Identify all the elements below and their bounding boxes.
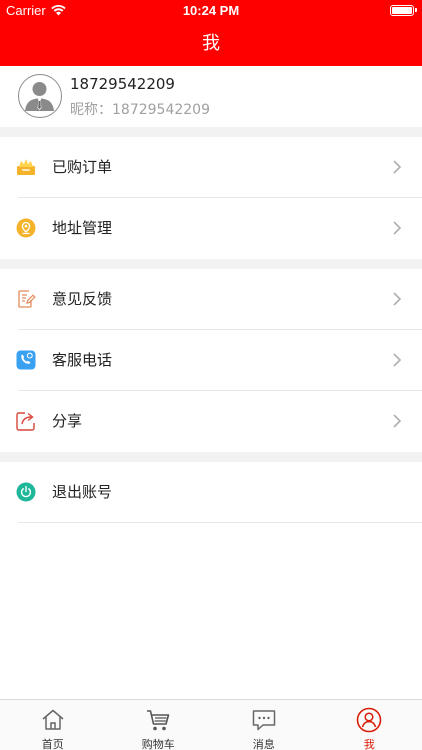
tab-cart[interactable]: 购物车 (106, 700, 212, 750)
feedback-edit-icon (18, 290, 36, 308)
tab-label: 首页 (41, 738, 64, 750)
menu-item-share[interactable]: 分享 (0, 391, 422, 452)
chevron-right-icon (393, 221, 402, 235)
power-icon (16, 482, 36, 502)
menu-label: 退出账号 (52, 483, 113, 501)
user-nickname: 昵称：18729542209 (70, 102, 210, 118)
status-bar: Carrier 10:24 PM (0, 0, 422, 22)
divider (18, 522, 422, 523)
menu-label: 分享 (52, 412, 83, 430)
menu-item-orders[interactable]: 已购订单 (0, 137, 422, 198)
user-silhouette-icon (25, 82, 54, 111)
tab-me[interactable]: 我 (317, 700, 422, 750)
home-icon (42, 709, 64, 730)
phone-call-icon (16, 350, 36, 370)
avatar[interactable] (18, 74, 62, 118)
crown-box-icon (17, 159, 35, 175)
chevron-right-icon (393, 353, 402, 367)
user-icon (356, 707, 382, 733)
tab-label: 我 (363, 738, 375, 750)
chevron-right-icon (393, 292, 402, 306)
menu-item-feedback[interactable]: 意见反馈 (0, 269, 422, 330)
section-gap (0, 452, 422, 462)
tab-label: 购物车 (141, 738, 175, 750)
menu-item-address[interactable]: 地址管理 (0, 198, 422, 259)
status-time: 10:24 PM (182, 3, 240, 18)
location-pin-icon (16, 218, 36, 238)
section-gap (0, 127, 422, 137)
menu-label: 已购订单 (52, 158, 113, 176)
menu-label: 意见反馈 (52, 290, 113, 308)
profile-header[interactable]: 18729542209 昵称：18729542209 (0, 66, 422, 127)
chevron-right-icon (393, 414, 402, 428)
battery-icon (390, 5, 417, 16)
page-title: 我 (202, 33, 220, 54)
section-gap (0, 259, 422, 269)
menu-label: 客服电话 (52, 351, 113, 369)
tab-bar: 首页 购物车 消息 我 (0, 699, 422, 750)
menu-item-logout[interactable]: 退出账号 (0, 462, 422, 523)
user-phone: 18729542209 (70, 75, 175, 93)
tab-messages[interactable]: 消息 (211, 700, 317, 750)
tab-label: 消息 (252, 738, 275, 750)
share-icon (16, 412, 35, 431)
chevron-right-icon (393, 160, 402, 174)
nav-bar: 我 (0, 22, 422, 66)
menu-label: 地址管理 (52, 219, 113, 237)
tab-home[interactable]: 首页 (0, 700, 106, 750)
message-icon (252, 710, 275, 731)
menu-item-service-phone[interactable]: 客服电话 (0, 330, 422, 391)
cart-icon (147, 710, 170, 731)
